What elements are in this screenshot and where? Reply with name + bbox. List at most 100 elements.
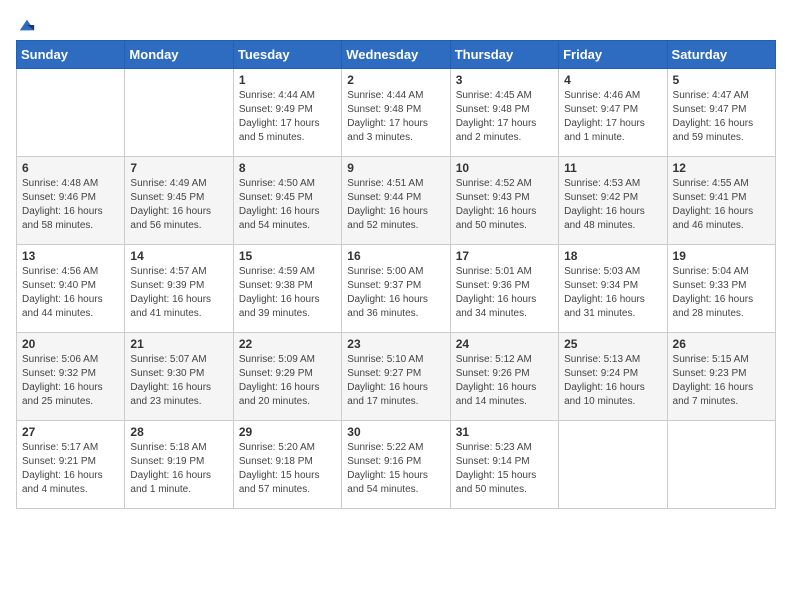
calendar-cell: 17 Sunrise: 5:01 AM Sunset: 9:36 PM Dayl… xyxy=(450,245,558,333)
daylight-text: Daylight: 16 hours and 39 minutes. xyxy=(239,294,320,319)
page-header xyxy=(16,16,776,30)
daylight-text: Daylight: 16 hours and 14 minutes. xyxy=(456,382,537,407)
sunset-text: Sunset: 9:16 PM xyxy=(347,456,421,467)
daylight-text: Daylight: 15 hours and 50 minutes. xyxy=(456,470,537,495)
calendar-cell: 13 Sunrise: 4:56 AM Sunset: 9:40 PM Dayl… xyxy=(17,245,125,333)
sunset-text: Sunset: 9:33 PM xyxy=(673,280,747,291)
sunrise-text: Sunrise: 4:50 AM xyxy=(239,178,315,189)
calendar-table: SundayMondayTuesdayWednesdayThursdayFrid… xyxy=(16,40,776,509)
calendar-cell: 6 Sunrise: 4:48 AM Sunset: 9:46 PM Dayli… xyxy=(17,157,125,245)
day-info: Sunrise: 5:18 AM Sunset: 9:19 PM Dayligh… xyxy=(130,441,227,497)
sunset-text: Sunset: 9:21 PM xyxy=(22,456,96,467)
day-number: 11 xyxy=(564,161,661,175)
sunrise-text: Sunrise: 4:57 AM xyxy=(130,266,206,277)
day-number: 23 xyxy=(347,337,444,351)
daylight-text: Daylight: 16 hours and 41 minutes. xyxy=(130,294,211,319)
sunset-text: Sunset: 9:41 PM xyxy=(673,192,747,203)
weekday-header-monday: Monday xyxy=(125,41,233,69)
sunrise-text: Sunrise: 5:13 AM xyxy=(564,354,640,365)
day-info: Sunrise: 4:46 AM Sunset: 9:47 PM Dayligh… xyxy=(564,89,661,145)
day-number: 30 xyxy=(347,425,444,439)
day-info: Sunrise: 5:06 AM Sunset: 9:32 PM Dayligh… xyxy=(22,353,119,409)
sunset-text: Sunset: 9:23 PM xyxy=(673,368,747,379)
sunset-text: Sunset: 9:45 PM xyxy=(239,192,313,203)
day-number: 26 xyxy=(673,337,770,351)
calendar-cell: 4 Sunrise: 4:46 AM Sunset: 9:47 PM Dayli… xyxy=(559,69,667,157)
sunrise-text: Sunrise: 5:17 AM xyxy=(22,442,98,453)
calendar-cell: 1 Sunrise: 4:44 AM Sunset: 9:49 PM Dayli… xyxy=(233,69,341,157)
sunset-text: Sunset: 9:48 PM xyxy=(347,104,421,115)
sunrise-text: Sunrise: 4:47 AM xyxy=(673,90,749,101)
weekday-header-wednesday: Wednesday xyxy=(342,41,450,69)
day-number: 1 xyxy=(239,73,336,87)
daylight-text: Daylight: 16 hours and 50 minutes. xyxy=(456,206,537,231)
sunrise-text: Sunrise: 5:09 AM xyxy=(239,354,315,365)
sunset-text: Sunset: 9:18 PM xyxy=(239,456,313,467)
sunrise-text: Sunrise: 5:18 AM xyxy=(130,442,206,453)
day-number: 20 xyxy=(22,337,119,351)
calendar-cell: 31 Sunrise: 5:23 AM Sunset: 9:14 PM Dayl… xyxy=(450,421,558,509)
calendar-cell: 21 Sunrise: 5:07 AM Sunset: 9:30 PM Dayl… xyxy=(125,333,233,421)
calendar-cell: 22 Sunrise: 5:09 AM Sunset: 9:29 PM Dayl… xyxy=(233,333,341,421)
day-info: Sunrise: 4:52 AM Sunset: 9:43 PM Dayligh… xyxy=(456,177,553,233)
day-info: Sunrise: 4:44 AM Sunset: 9:49 PM Dayligh… xyxy=(239,89,336,145)
sunrise-text: Sunrise: 5:23 AM xyxy=(456,442,532,453)
sunrise-text: Sunrise: 5:06 AM xyxy=(22,354,98,365)
day-info: Sunrise: 5:01 AM Sunset: 9:36 PM Dayligh… xyxy=(456,265,553,321)
daylight-text: Daylight: 16 hours and 52 minutes. xyxy=(347,206,428,231)
daylight-text: Daylight: 17 hours and 5 minutes. xyxy=(239,118,320,143)
sunrise-text: Sunrise: 4:44 AM xyxy=(347,90,423,101)
calendar-cell: 28 Sunrise: 5:18 AM Sunset: 9:19 PM Dayl… xyxy=(125,421,233,509)
daylight-text: Daylight: 17 hours and 2 minutes. xyxy=(456,118,537,143)
day-info: Sunrise: 5:13 AM Sunset: 9:24 PM Dayligh… xyxy=(564,353,661,409)
day-number: 7 xyxy=(130,161,227,175)
day-info: Sunrise: 4:49 AM Sunset: 9:45 PM Dayligh… xyxy=(130,177,227,233)
calendar-cell: 11 Sunrise: 4:53 AM Sunset: 9:42 PM Dayl… xyxy=(559,157,667,245)
day-info: Sunrise: 5:12 AM Sunset: 9:26 PM Dayligh… xyxy=(456,353,553,409)
calendar-cell: 24 Sunrise: 5:12 AM Sunset: 9:26 PM Dayl… xyxy=(450,333,558,421)
day-number: 22 xyxy=(239,337,336,351)
daylight-text: Daylight: 16 hours and 7 minutes. xyxy=(673,382,754,407)
sunset-text: Sunset: 9:45 PM xyxy=(130,192,204,203)
day-info: Sunrise: 5:03 AM Sunset: 9:34 PM Dayligh… xyxy=(564,265,661,321)
daylight-text: Daylight: 16 hours and 23 minutes. xyxy=(130,382,211,407)
weekday-header-saturday: Saturday xyxy=(667,41,775,69)
sunrise-text: Sunrise: 4:52 AM xyxy=(456,178,532,189)
calendar-cell: 2 Sunrise: 4:44 AM Sunset: 9:48 PM Dayli… xyxy=(342,69,450,157)
calendar-cell: 20 Sunrise: 5:06 AM Sunset: 9:32 PM Dayl… xyxy=(17,333,125,421)
sunrise-text: Sunrise: 4:55 AM xyxy=(673,178,749,189)
day-info: Sunrise: 5:04 AM Sunset: 9:33 PM Dayligh… xyxy=(673,265,770,321)
day-number: 28 xyxy=(130,425,227,439)
sunset-text: Sunset: 9:37 PM xyxy=(347,280,421,291)
weekday-header-thursday: Thursday xyxy=(450,41,558,69)
daylight-text: Daylight: 16 hours and 58 minutes. xyxy=(22,206,103,231)
calendar-week-4: 20 Sunrise: 5:06 AM Sunset: 9:32 PM Dayl… xyxy=(17,333,776,421)
day-number: 24 xyxy=(456,337,553,351)
calendar-cell: 26 Sunrise: 5:15 AM Sunset: 9:23 PM Dayl… xyxy=(667,333,775,421)
sunset-text: Sunset: 9:32 PM xyxy=(22,368,96,379)
daylight-text: Daylight: 15 hours and 57 minutes. xyxy=(239,470,320,495)
calendar-cell: 8 Sunrise: 4:50 AM Sunset: 9:45 PM Dayli… xyxy=(233,157,341,245)
day-info: Sunrise: 5:20 AM Sunset: 9:18 PM Dayligh… xyxy=(239,441,336,497)
day-number: 16 xyxy=(347,249,444,263)
calendar-cell: 19 Sunrise: 5:04 AM Sunset: 9:33 PM Dayl… xyxy=(667,245,775,333)
daylight-text: Daylight: 16 hours and 34 minutes. xyxy=(456,294,537,319)
calendar-cell xyxy=(667,421,775,509)
weekday-header-friday: Friday xyxy=(559,41,667,69)
calendar-week-1: 1 Sunrise: 4:44 AM Sunset: 9:49 PM Dayli… xyxy=(17,69,776,157)
day-info: Sunrise: 5:15 AM Sunset: 9:23 PM Dayligh… xyxy=(673,353,770,409)
calendar-cell: 30 Sunrise: 5:22 AM Sunset: 9:16 PM Dayl… xyxy=(342,421,450,509)
day-info: Sunrise: 5:22 AM Sunset: 9:16 PM Dayligh… xyxy=(347,441,444,497)
day-number: 6 xyxy=(22,161,119,175)
day-number: 5 xyxy=(673,73,770,87)
day-number: 19 xyxy=(673,249,770,263)
day-number: 17 xyxy=(456,249,553,263)
day-info: Sunrise: 5:23 AM Sunset: 9:14 PM Dayligh… xyxy=(456,441,553,497)
sunset-text: Sunset: 9:24 PM xyxy=(564,368,638,379)
calendar-cell: 10 Sunrise: 4:52 AM Sunset: 9:43 PM Dayl… xyxy=(450,157,558,245)
sunset-text: Sunset: 9:19 PM xyxy=(130,456,204,467)
calendar-cell: 25 Sunrise: 5:13 AM Sunset: 9:24 PM Dayl… xyxy=(559,333,667,421)
sunset-text: Sunset: 9:14 PM xyxy=(456,456,530,467)
calendar-cell: 3 Sunrise: 4:45 AM Sunset: 9:48 PM Dayli… xyxy=(450,69,558,157)
calendar-cell: 15 Sunrise: 4:59 AM Sunset: 9:38 PM Dayl… xyxy=(233,245,341,333)
